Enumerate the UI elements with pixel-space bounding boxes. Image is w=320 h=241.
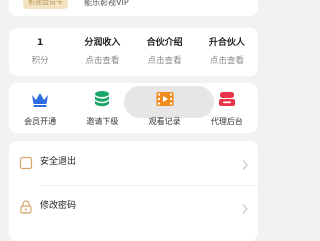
vip-description: 能乐影视VIP <box>84 0 129 7</box>
stat-points-label: 积分 <box>31 56 49 66</box>
action-watch-history-label: 观看记录 <box>148 117 181 126</box>
action-invite-label: 邀请下级 <box>86 117 119 126</box>
action-watch-history[interactable]: 观看记录 <box>134 83 196 133</box>
crown-icon <box>30 90 50 108</box>
stat-partner-intro-link: 点击查看 <box>147 56 182 66</box>
film-icon <box>155 90 175 108</box>
stack-icon <box>92 90 112 108</box>
quick-actions: 会员开通 邀请下级 观看记录 代理后台 <box>9 83 258 133</box>
row-change-password[interactable]: 修改密码 <box>9 185 258 229</box>
action-agent-backend-label: 代理后台 <box>210 117 243 126</box>
agent-icon <box>217 90 237 108</box>
stat-profit-income[interactable]: 分润收入 点击查看 <box>71 28 133 76</box>
stat-profit-income-title: 分润收入 <box>84 38 121 48</box>
stat-profit-income-link: 点击查看 <box>85 56 120 66</box>
stat-upgrade-partner[interactable]: 升合伙人 点击查看 <box>196 28 258 76</box>
action-membership[interactable]: 会员开通 <box>9 83 71 133</box>
chevron-right-icon <box>241 156 249 170</box>
row-logout[interactable]: 安全退出 <box>9 141 258 186</box>
action-agent-backend[interactable]: 代理后台 <box>196 83 258 133</box>
chevron-right-icon <box>241 200 249 214</box>
membership-card: 影视会员卡 能乐影视VIP <box>9 0 258 16</box>
lock-icon <box>19 199 33 214</box>
action-membership-label: 会员开通 <box>24 117 57 126</box>
row-logout-label: 安全退出 <box>40 157 77 167</box>
stat-partner-intro[interactable]: 合伙介绍 点击查看 <box>134 28 196 76</box>
stat-points-value: 1 <box>36 38 44 48</box>
stats-card: 1 积分 分润收入 点击查看 合伙介绍 点击查看 升合伙人 点击查看 <box>9 28 258 76</box>
action-invite[interactable]: 邀请下级 <box>71 83 133 133</box>
stat-upgrade-partner-link: 点击查看 <box>209 56 244 66</box>
vip-badge[interactable]: 影视会员卡 <box>23 0 68 9</box>
settings-card: 安全退出 修改密码 <box>9 141 258 241</box>
stat-points[interactable]: 1 积分 <box>9 28 71 76</box>
row-change-password-label: 修改密码 <box>40 201 77 211</box>
stat-partner-intro-title: 合伙介绍 <box>146 38 183 48</box>
exit-icon <box>19 155 33 170</box>
stat-upgrade-partner-title: 升合伙人 <box>208 38 245 48</box>
